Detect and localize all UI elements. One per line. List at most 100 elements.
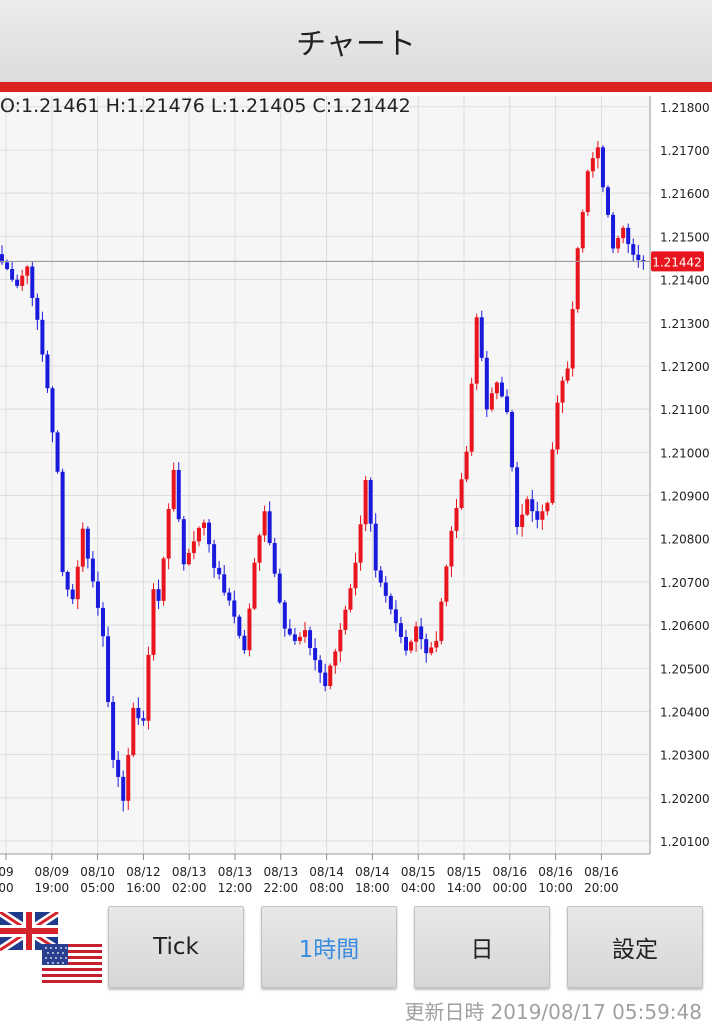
y-tick-label: 1.21500: [660, 230, 710, 244]
candle-body: [494, 382, 499, 394]
x-tick-time: 20:00: [584, 881, 619, 895]
candle-body: [388, 595, 393, 610]
day-button[interactable]: 日: [414, 906, 550, 988]
candle-body: [181, 519, 186, 565]
candle-body: [580, 212, 585, 249]
candle-body: [520, 514, 525, 527]
candle-body: [111, 702, 116, 760]
candle-body: [505, 396, 509, 413]
settings-button[interactable]: 設定: [567, 906, 703, 988]
candle-body: [65, 572, 70, 590]
x-tick-time: 05:00: [80, 881, 115, 895]
candle-body: [434, 640, 439, 648]
candle-body: [611, 214, 616, 249]
candle-body: [484, 357, 489, 410]
candle-body: [40, 319, 45, 355]
candle-body: [404, 636, 408, 651]
candle-body: [297, 636, 302, 641]
y-tick-label: 1.21700: [660, 144, 710, 158]
x-tick-date: 08/12: [126, 865, 161, 879]
candle-body: [242, 635, 247, 651]
candle-body: [5, 262, 10, 270]
y-tick-label: 1.20200: [660, 792, 710, 806]
candle-body: [368, 480, 373, 524]
candle-body: [429, 647, 434, 654]
x-tick-time: 08:00: [309, 881, 344, 895]
candle-body: [282, 602, 287, 629]
candle-body: [439, 601, 444, 641]
candle-body: [595, 147, 600, 159]
candle-body: [30, 266, 35, 298]
candle-body: [272, 543, 277, 574]
x-tick-time: 00:00: [493, 881, 528, 895]
candle-body: [424, 639, 429, 654]
x-tick-date: 08/16: [584, 865, 619, 879]
candle-body: [25, 266, 30, 276]
candle-body: [131, 707, 136, 756]
candle-body: [70, 589, 75, 600]
candle-body: [575, 248, 580, 310]
candle-body: [409, 641, 414, 651]
candle-body: [50, 388, 55, 433]
x-tick-date: 08/09: [35, 865, 70, 879]
candle-body: [323, 672, 328, 687]
page-title: チャート: [296, 27, 416, 62]
candle-body: [166, 509, 171, 559]
candle-body: [191, 541, 196, 553]
candle-body: [328, 665, 333, 687]
candle-body: [136, 707, 141, 719]
candle-body: [550, 449, 555, 503]
candle-body: [101, 607, 105, 637]
candle-body: [80, 528, 85, 567]
candle-body: [207, 522, 212, 545]
candle-body: [454, 507, 459, 531]
1-hour-button[interactable]: 1時間: [261, 906, 397, 988]
candle-body: [560, 380, 565, 403]
candle-body: [161, 558, 166, 601]
y-tick-label: 1.20100: [660, 835, 710, 849]
x-tick-time: 22:00: [264, 881, 299, 895]
price-chart[interactable]: 1.21800 1.21700 1.21600 1.21500 1.21400 1.213…: [0, 92, 712, 900]
y-tick-label: 1.21800: [660, 101, 710, 115]
tick-button[interactable]: Tick: [108, 906, 244, 988]
y-tick-label: 1.20500: [660, 662, 710, 676]
ohlc-readout: O:1.21461 H:1.21476 L:1.21405 C:1.21442: [0, 95, 411, 117]
y-tick-label: 1.20800: [660, 533, 710, 547]
x-tick-time: 16:00: [126, 881, 161, 895]
candle-body: [545, 502, 550, 512]
candle-body: [232, 600, 237, 617]
candle-body: [515, 467, 520, 527]
candle-body: [60, 471, 65, 573]
x-tick-date: 08/15: [447, 865, 482, 879]
candle-body: [358, 524, 363, 563]
candle-body: [308, 630, 313, 649]
candle-body: [75, 566, 80, 600]
candle-body: [479, 317, 484, 358]
y-tick-label: 1.21100: [660, 403, 710, 417]
candle-body: [116, 759, 121, 777]
currency-pair-flags[interactable]: [0, 912, 104, 988]
candle-body: [292, 634, 297, 641]
y-tick-label: 1.20600: [660, 619, 710, 633]
candle-body: [489, 393, 494, 410]
y-tick-label: 1.21600: [660, 187, 710, 201]
candle-body: [151, 589, 156, 655]
candle-body: [303, 630, 307, 637]
y-tick-label: 1.20700: [660, 576, 710, 590]
candle-body: [146, 654, 151, 721]
x-tick-date: 08/14: [309, 865, 344, 879]
y-tick-label: 1.20400: [660, 705, 710, 719]
candle-body: [540, 511, 545, 520]
candle-body: [606, 187, 610, 215]
header-accent-bar: [0, 82, 712, 92]
x-tick-date: 08/15: [401, 865, 436, 879]
candle-body: [343, 609, 348, 630]
candle-body: [474, 317, 479, 384]
candle-body: [318, 660, 323, 673]
candle-body: [373, 523, 378, 571]
current-price-label: 1.21442: [652, 255, 702, 269]
candle-body: [212, 544, 217, 568]
candle-body: [15, 279, 20, 286]
x-tick-date: 08/13: [218, 865, 253, 879]
candle-body: [90, 558, 95, 582]
